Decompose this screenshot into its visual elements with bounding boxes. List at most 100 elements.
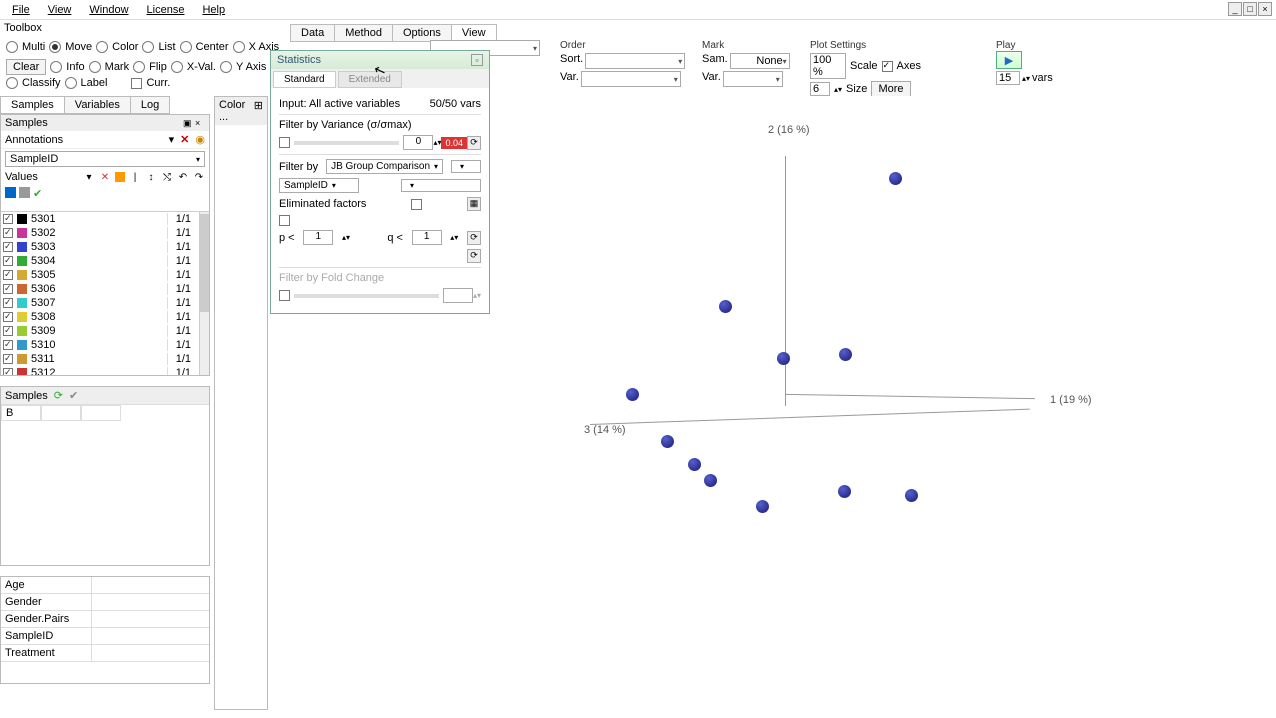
row-check[interactable] bbox=[3, 326, 13, 336]
elim-check2[interactable] bbox=[279, 215, 290, 226]
attr-row[interactable]: Age bbox=[1, 577, 209, 594]
row-color-swatch[interactable] bbox=[17, 340, 27, 350]
stat-collapse-icon[interactable]: ▫ bbox=[471, 54, 483, 66]
fold-slider[interactable] bbox=[294, 294, 439, 298]
radio-classify[interactable] bbox=[6, 77, 18, 89]
sample-row[interactable]: 53081/1▾ bbox=[1, 310, 209, 324]
row-color-swatch[interactable] bbox=[17, 368, 27, 375]
row-color-swatch[interactable] bbox=[17, 242, 27, 252]
variance-zero[interactable]: 0 bbox=[403, 135, 433, 150]
attr-row[interactable]: Gender.Pairs bbox=[1, 611, 209, 628]
elim-icon[interactable]: ▦ bbox=[467, 197, 481, 211]
var2-combo[interactable] bbox=[723, 71, 783, 87]
row-check[interactable] bbox=[3, 256, 13, 266]
menu-window[interactable]: Window bbox=[81, 2, 136, 18]
close-icon[interactable]: × bbox=[1258, 2, 1272, 16]
attr-row[interactable]: Gender bbox=[1, 594, 209, 611]
tab-variables[interactable]: Variables bbox=[64, 96, 131, 114]
sample-row[interactable]: 53091/1▾ bbox=[1, 324, 209, 338]
row-check[interactable] bbox=[3, 228, 13, 238]
row-color-swatch[interactable] bbox=[17, 228, 27, 238]
minimize-icon[interactable]: _ bbox=[1228, 2, 1242, 16]
db-icon[interactable]: ◉ bbox=[195, 133, 205, 146]
sample-row[interactable]: 53121/1▾ bbox=[1, 366, 209, 375]
radio-xval[interactable] bbox=[171, 61, 183, 73]
sampleid-combo[interactable]: SampleID bbox=[5, 151, 205, 167]
sample-row[interactable]: 53101/1▾ bbox=[1, 338, 209, 352]
attr-row[interactable]: Treatment bbox=[1, 645, 209, 662]
maximize-icon[interactable]: □ bbox=[1243, 2, 1257, 16]
row-check[interactable] bbox=[3, 270, 13, 280]
menu-view[interactable]: View bbox=[40, 2, 80, 18]
elim-check[interactable] bbox=[411, 199, 422, 210]
mini-swatch[interactable] bbox=[19, 187, 30, 198]
tab-extended[interactable]: Extended bbox=[338, 71, 402, 88]
sample-row[interactable]: 53061/1▾ bbox=[1, 282, 209, 296]
sample-row[interactable]: 53111/1▾ bbox=[1, 352, 209, 366]
tab-log[interactable]: Log bbox=[130, 96, 170, 114]
tab-data[interactable]: Data bbox=[290, 24, 335, 42]
sort-icon[interactable]: ↕ bbox=[145, 171, 157, 183]
q-spinner[interactable]: ▴▾ bbox=[450, 233, 458, 242]
tab-standard[interactable]: Standard bbox=[273, 71, 336, 88]
sampleid-combo2[interactable]: SampleID bbox=[279, 178, 359, 193]
menu-help[interactable]: Help bbox=[194, 2, 233, 18]
row-color-swatch[interactable] bbox=[17, 312, 27, 322]
close-panel-icon[interactable]: × bbox=[195, 118, 205, 128]
scrollbar[interactable] bbox=[199, 212, 209, 375]
row-color-swatch[interactable] bbox=[17, 214, 27, 224]
play-spinner[interactable]: ▴▾ bbox=[1022, 74, 1030, 83]
radio-yaxis[interactable] bbox=[220, 61, 232, 73]
color-close-icon[interactable]: ⊞ bbox=[254, 99, 263, 123]
radio-list[interactable] bbox=[142, 41, 154, 53]
pin-icon[interactable]: ▣ bbox=[183, 118, 193, 128]
menu-file[interactable]: File bbox=[4, 2, 38, 18]
ann-dropdown-icon[interactable]: ▾ bbox=[169, 133, 175, 146]
play-count[interactable]: 15 bbox=[996, 71, 1020, 85]
clear-button[interactable]: Clear bbox=[6, 59, 46, 75]
row-color-swatch[interactable] bbox=[17, 256, 27, 266]
bar-icon[interactable]: | bbox=[129, 171, 141, 183]
radio-move[interactable] bbox=[49, 41, 61, 53]
filterby-combo2[interactable] bbox=[451, 160, 481, 173]
sample-row[interactable]: 53031/1▾ bbox=[1, 240, 209, 254]
more-button[interactable]: More bbox=[871, 81, 910, 97]
menu-license[interactable]: License bbox=[139, 2, 193, 18]
radio-center[interactable] bbox=[180, 41, 192, 53]
fold-spinner[interactable]: ▴▾ bbox=[473, 291, 481, 300]
data-point[interactable] bbox=[704, 474, 717, 487]
fold-check[interactable] bbox=[279, 290, 290, 301]
six-value[interactable]: 6 bbox=[810, 82, 830, 96]
values-dropdown-icon[interactable]: ▾ bbox=[83, 171, 95, 183]
radio-label[interactable] bbox=[65, 77, 77, 89]
data-point[interactable] bbox=[777, 352, 790, 365]
row-check[interactable] bbox=[3, 312, 13, 322]
data-point[interactable] bbox=[905, 489, 918, 502]
redo-icon[interactable]: ↷ bbox=[193, 171, 205, 183]
variance-check[interactable] bbox=[279, 137, 290, 148]
data-point[interactable] bbox=[756, 500, 769, 513]
undo-icon[interactable]: ↶ bbox=[177, 171, 189, 183]
variance-slider[interactable] bbox=[294, 141, 399, 145]
sam-combo[interactable]: None bbox=[730, 53, 790, 69]
sort-combo[interactable] bbox=[585, 53, 685, 69]
delete-icon[interactable]: ✕ bbox=[180, 133, 189, 146]
attr-row[interactable]: SampleID bbox=[1, 628, 209, 645]
check-curr[interactable] bbox=[131, 78, 142, 89]
radio-info[interactable] bbox=[50, 61, 62, 73]
radio-mark[interactable] bbox=[89, 61, 101, 73]
sample-row[interactable]: 53021/1▾ bbox=[1, 226, 209, 240]
data-point[interactable] bbox=[688, 458, 701, 471]
fold-input[interactable] bbox=[443, 288, 473, 303]
row-check[interactable] bbox=[3, 214, 13, 224]
radio-color[interactable] bbox=[96, 41, 108, 53]
row-color-swatch[interactable] bbox=[17, 354, 27, 364]
sample-row[interactable]: 53051/1▾ bbox=[1, 268, 209, 282]
var-combo[interactable] bbox=[581, 71, 681, 87]
mini-swatch[interactable] bbox=[5, 187, 16, 198]
row-check[interactable] bbox=[3, 340, 13, 350]
row-color-swatch[interactable] bbox=[17, 298, 27, 308]
q-input[interactable]: 1 bbox=[412, 230, 442, 245]
values-x-icon[interactable]: ✕ bbox=[99, 171, 111, 183]
refresh-icon[interactable]: ⟳ bbox=[54, 389, 63, 402]
